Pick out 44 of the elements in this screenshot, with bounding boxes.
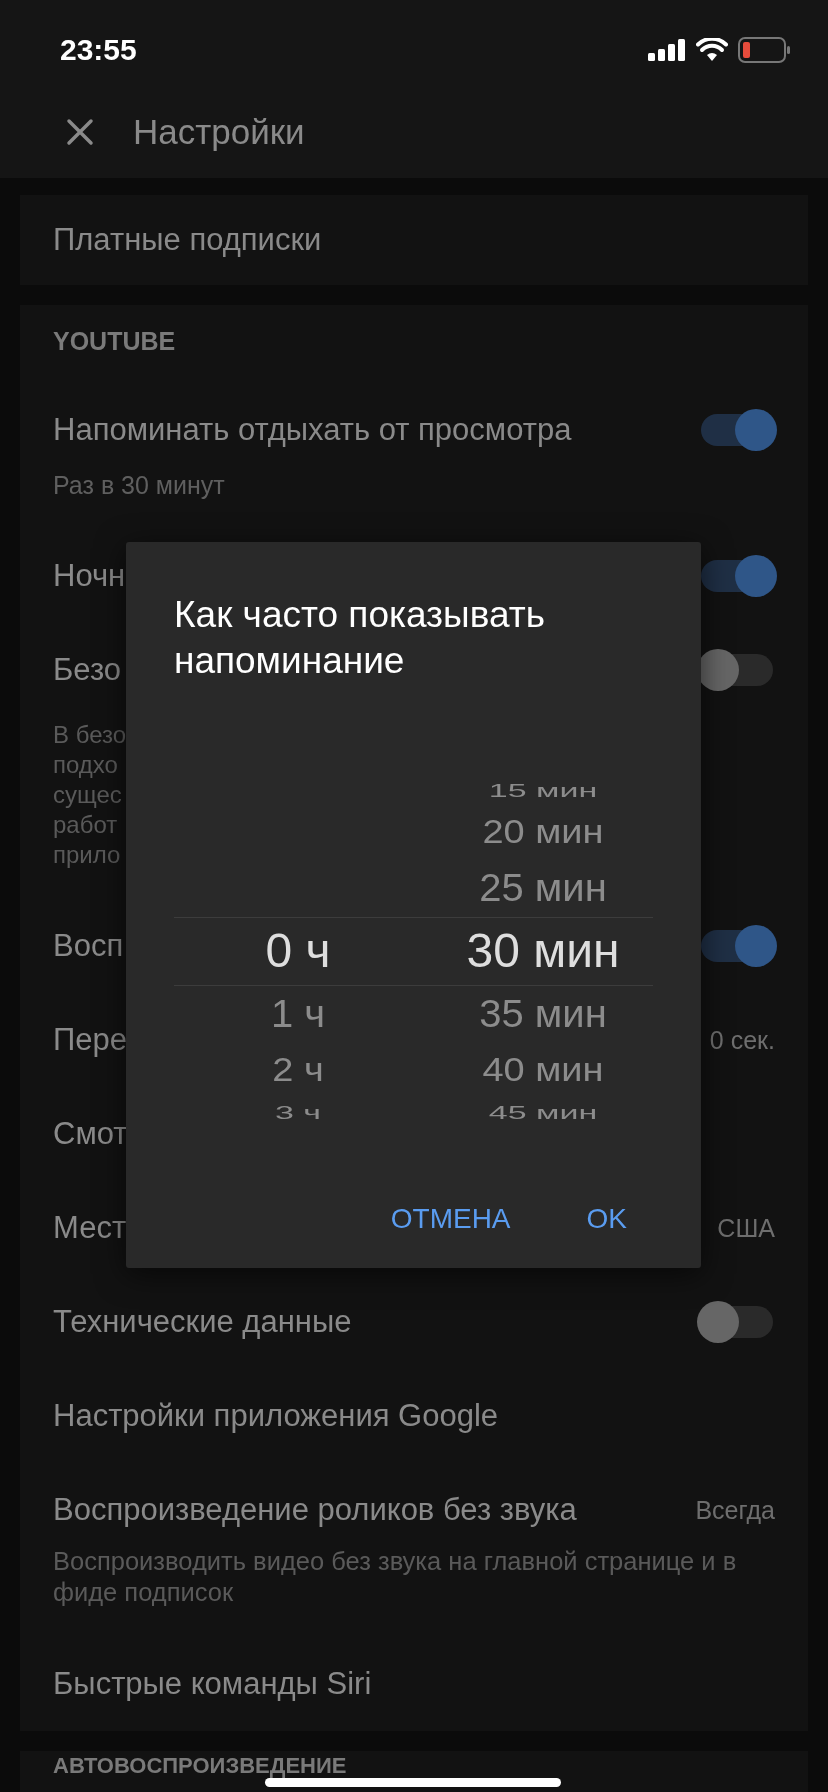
setting-description: работ <box>53 810 118 840</box>
setting-label[interactable]: Технические данные <box>53 1304 352 1340</box>
dialog-button[interactable]: OK <box>576 1195 637 1243</box>
close-icon <box>66 118 94 146</box>
setting-label[interactable]: Безо <box>53 652 121 688</box>
picker-option[interactable]: 20 мин <box>413 809 673 855</box>
setting-label[interactable]: Напоминать отдыхать от просмотра <box>53 412 572 448</box>
battery-icon <box>738 37 790 63</box>
status-time: 23:55 <box>60 33 137 67</box>
signal-icon <box>648 39 686 61</box>
picker-option[interactable]: 15 мин <box>413 781 673 799</box>
setting-label[interactable]: Настройки приложения Google <box>53 1398 499 1434</box>
section-heading: YOUTUBE <box>53 326 177 354</box>
picker-option[interactable]: 3 ч <box>203 1103 393 1121</box>
setting-description: В безо <box>53 720 127 750</box>
picker-option[interactable]: 35 мин <box>413 986 673 1042</box>
picker-option[interactable]: 0 ч <box>203 917 393 985</box>
setting-label[interactable]: Ночн <box>53 558 126 594</box>
section-heading: АВТОВОСПРОИЗВЕДЕНИЕ <box>53 1755 347 1777</box>
setting-label[interactable]: Платные подписки <box>53 222 322 258</box>
setting-description: сущес <box>53 780 122 810</box>
page-title: Настройки <box>133 112 305 152</box>
picker-option[interactable]: 1 ч <box>203 986 393 1042</box>
dialog-title: Как часто показывать напоминание <box>173 593 546 683</box>
setting-subtitle: Раз в 30 минут <box>53 470 226 500</box>
setting-description: подхо <box>53 750 118 780</box>
setting-description: прило <box>53 840 121 870</box>
picker-option[interactable]: 45 мин <box>413 1103 673 1121</box>
setting-label[interactable]: Смот <box>53 1116 128 1152</box>
setting-label[interactable]: Быстрые команды Siri <box>53 1666 372 1702</box>
setting-label[interactable]: Восп <box>53 928 124 964</box>
setting-description: Воспроизводить видео без звука на главной странице и в фиде подписок <box>53 1546 738 1608</box>
setting-value: 0 сек. <box>709 1025 775 1055</box>
setting-value: США <box>717 1213 775 1243</box>
setting-label[interactable]: Мест <box>53 1210 127 1246</box>
picker-option[interactable]: 25 мин <box>413 860 673 916</box>
picker-option[interactable]: 40 мин <box>413 1047 673 1093</box>
picker-option[interactable]: 2 ч <box>203 1047 393 1093</box>
setting-value: Всегда <box>695 1495 775 1525</box>
picker-option[interactable]: 30 мин <box>413 917 673 985</box>
setting-label[interactable]: Пере <box>53 1022 127 1058</box>
dialog-button[interactable]: ОТМЕНА <box>380 1195 521 1243</box>
setting-label[interactable]: Воспроизведение роликов без звука <box>53 1492 577 1528</box>
wifi-icon <box>696 38 728 62</box>
